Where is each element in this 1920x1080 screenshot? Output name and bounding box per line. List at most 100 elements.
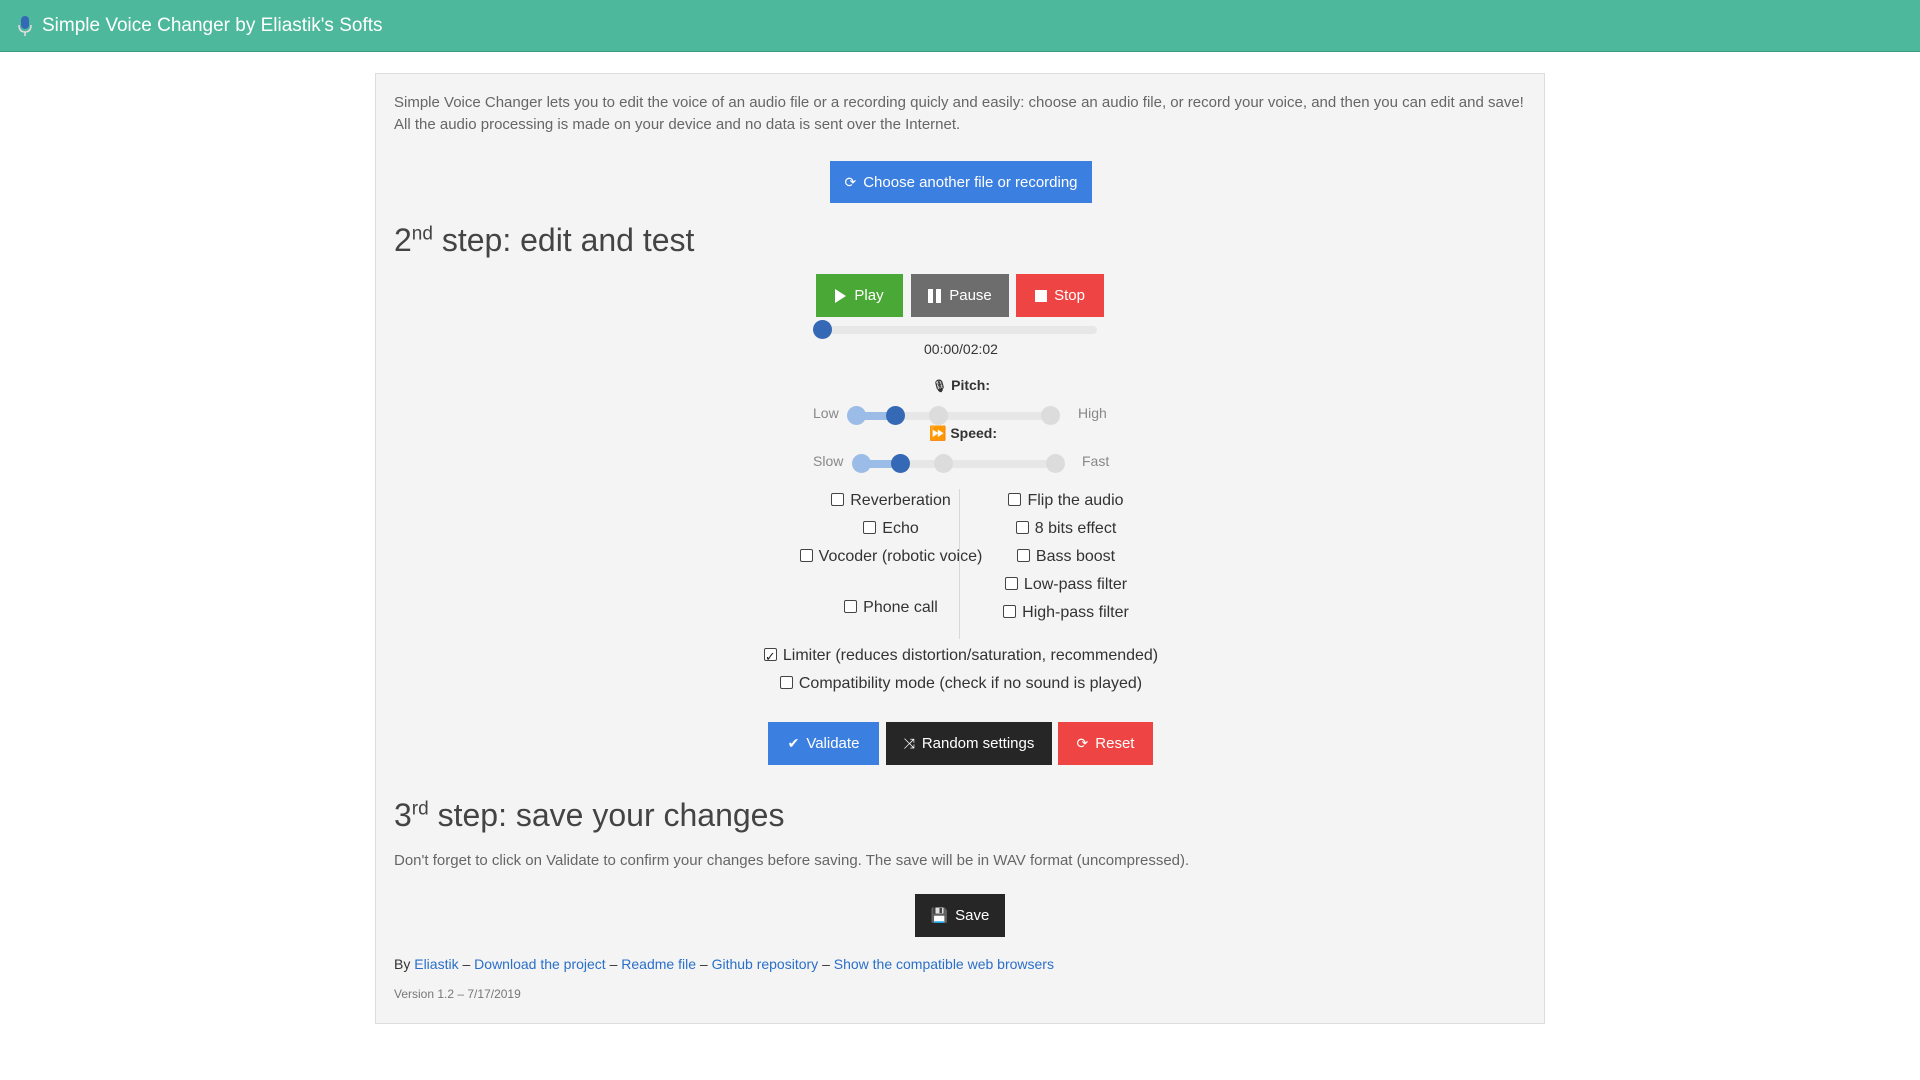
app-title: Simple Voice Changer by Eliastik's Softs [42,14,383,36]
footer-sep: – [822,956,830,972]
github-link[interactable]: Github repository [712,956,819,972]
step2-title: step: edit and test [441,222,695,258]
stop-icon [1035,289,1048,302]
effect-echo[interactable]: Echo [791,517,991,540]
playback-progress-slider[interactable] [813,320,1097,339]
effect-label: Bass boost [1035,548,1116,565]
pitch-slider-knob[interactable] [886,406,905,425]
save-button[interactable]: 💾 Save [915,894,1005,937]
step2-number: 2 [394,222,412,258]
version-text: Version 1.2 – 7/17/2019 [394,987,521,1001]
microphone-icon [16,15,34,37]
pause-icon [928,288,942,303]
play-button[interactable]: Play [816,274,903,317]
validate-label: Validate [806,735,860,752]
effect-low-pass[interactable]: Low-pass filter [966,573,1166,596]
effect-bass-boost[interactable]: Bass boost [966,545,1166,568]
checkbox-icon[interactable] [1004,577,1018,590]
speed-label-wrap: ⏩ Speed: [929,425,997,442]
play-icon [835,288,847,303]
pause-label: Pause [949,287,992,304]
validate-button[interactable]: ✔ Validate [768,722,879,765]
choose-file-button[interactable]: ⟳ Choose another file or recording [830,161,1092,203]
effect-high-pass[interactable]: High-pass filter [966,601,1166,624]
checkbox-icon[interactable] [1016,549,1030,562]
choose-file-label: Choose another file or recording [863,173,1078,191]
playback-time: 00:00/02:02 [924,341,998,357]
pause-button[interactable]: Pause [911,274,1009,317]
pitch-label: Pitch: [951,377,991,393]
play-label: Play [854,287,884,304]
floppy-disk-icon: 💾 [930,907,949,923]
stop-button[interactable]: Stop [1016,274,1104,317]
effect-label: Flip the audio [1027,492,1124,509]
compat-option[interactable]: Compatibility mode (check if no sound is… [676,672,1246,695]
checkbox-icon[interactable] [1008,493,1022,506]
readme-link[interactable]: Readme file [621,956,696,972]
effect-label: Low-pass filter [1023,576,1128,593]
checkbox-checked-icon[interactable] [763,645,777,668]
refresh-icon: ⟳ [1076,735,1089,751]
step3-title: step: save your changes [437,797,785,833]
pitch-high-label: High [1078,405,1107,421]
effect-label: 8 bits effect [1034,520,1117,537]
check-icon: ✔ [787,735,800,751]
speed-slider-knob[interactable] [891,454,910,473]
fast-forward-icon: ⏩ [929,425,947,441]
checkbox-icon[interactable] [1003,605,1017,618]
limiter-option[interactable]: Limiter (reduces distortion/saturation, … [676,644,1246,668]
refresh-icon: ⟳ [844,173,857,190]
checkbox-icon[interactable] [779,676,793,689]
step2-ordinal: nd [411,223,433,245]
speed-slider-min [852,454,871,473]
effect-phone-call[interactable]: Phone call [791,596,991,619]
speed-label: Speed: [950,425,998,441]
checkbox-icon[interactable] [844,600,858,613]
checkbox-icon[interactable] [1015,521,1029,534]
effect-8bits[interactable]: 8 bits effect [966,517,1166,540]
effect-vocoder[interactable]: Vocoder (robotic voice) [791,545,991,568]
reset-button[interactable]: ⟳ Reset [1058,722,1153,765]
checkbox-icon[interactable] [863,521,877,534]
step3-heading: 3rd step: save your changes [394,797,784,834]
effect-reverberation[interactable]: Reverberation [791,489,991,512]
footer-links: By Eliastik – Download the project – Rea… [394,956,1054,972]
stop-label: Stop [1054,287,1085,304]
step3-number: 3 [394,797,412,833]
random-settings-button[interactable]: ⤨ Random settings [886,722,1052,765]
effect-label: High-pass filter [1022,604,1129,621]
pitch-slider-min [847,406,866,425]
speed-slider-mid [934,454,953,473]
speed-high-label: Fast [1082,453,1110,469]
speed-slider[interactable] [852,454,1065,473]
checkbox-icon[interactable] [831,493,845,506]
limiter-label: Limiter (reduces distortion/saturation, … [782,647,1159,664]
effect-flip-audio[interactable]: Flip the audio [966,489,1166,512]
download-project-link[interactable]: Download the project [474,956,606,972]
pitch-slider[interactable] [847,406,1060,425]
speed-slider-max [1046,454,1065,473]
compatible-browsers-link[interactable]: Show the compatible web browsers [834,956,1054,972]
shuffle-icon: ⤨ [903,735,915,751]
reset-label: Reset [1095,735,1135,752]
author-link[interactable]: Eliastik [414,956,458,972]
pitch-label-wrap: 🎙 Pitch: [932,377,990,393]
effect-label: Reverberation [850,492,951,509]
pitch-slider-max [1041,406,1060,425]
random-label: Random settings [921,735,1035,752]
checkbox-icon[interactable] [799,549,813,562]
save-note: Don't forget to click on Validate to con… [394,852,1190,869]
pitch-slider-mid [929,406,948,425]
save-label: Save [955,907,990,924]
step3-ordinal: rd [411,798,429,820]
intro-text: Simple Voice Changer lets you to edit th… [394,94,1524,133]
app-header: Simple Voice Changer by Eliastik's Softs [0,0,1920,52]
footer-sep: – [462,956,471,972]
speed-low-label: Slow [813,453,844,469]
effect-label: Echo [882,520,919,537]
step2-heading: 2nd step: edit and test [394,222,694,259]
microphone-small-icon: 🎙 [932,379,948,393]
effect-label: Phone call [863,599,938,616]
compat-label: Compatibility mode (check if no sound is… [798,675,1143,692]
playback-progress-knob[interactable] [813,320,832,339]
